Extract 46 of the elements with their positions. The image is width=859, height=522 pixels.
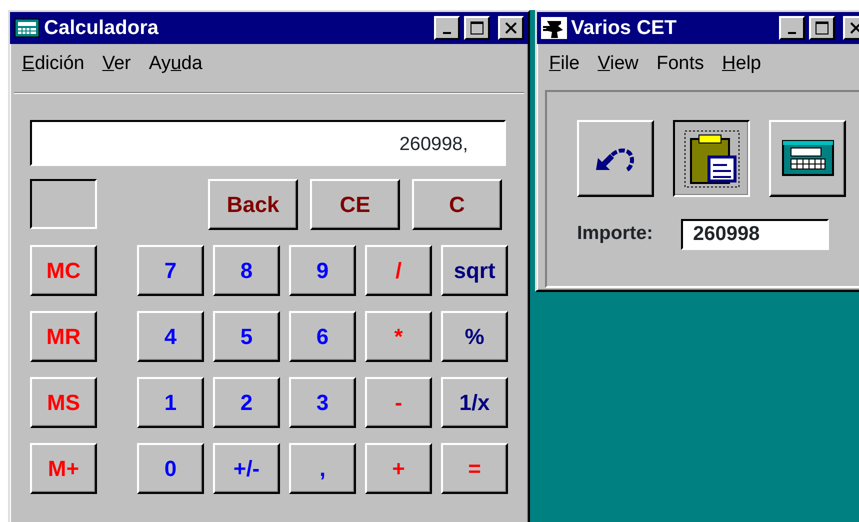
calculator-key[interactable]: , xyxy=(289,443,356,494)
close-icon xyxy=(849,22,859,34)
calculator-key[interactable]: 5 xyxy=(213,311,280,362)
minimize-icon xyxy=(443,32,451,34)
app-icon xyxy=(541,17,567,39)
calculator-key[interactable]: 7 xyxy=(137,245,204,296)
calculator-key[interactable]: 3 xyxy=(289,377,356,428)
close-button[interactable] xyxy=(498,16,524,40)
menu-item[interactable]: Ver xyxy=(102,50,131,80)
calculator-key[interactable]: % xyxy=(441,311,508,362)
calculator-icon xyxy=(780,138,834,178)
close-icon xyxy=(504,22,518,34)
display-field: 260998, xyxy=(30,120,506,166)
calculator-key[interactable]: 0 xyxy=(137,443,204,494)
toolbar-button[interactable] xyxy=(673,120,750,197)
calculator-key[interactable]: sqrt xyxy=(441,245,508,296)
minimize-icon xyxy=(788,32,796,34)
amount-field[interactable]: 260998 xyxy=(681,219,829,250)
calculator-key[interactable]: 2 xyxy=(213,377,280,428)
window-title: Calculadora xyxy=(44,16,160,41)
calculator-key[interactable]: CE xyxy=(310,179,400,230)
menu-item[interactable]: Edición xyxy=(22,50,84,80)
minimize-button[interactable] xyxy=(434,16,460,40)
calculator-key[interactable]: +/- xyxy=(213,443,280,494)
amount-label: Importe: xyxy=(577,222,653,246)
menu-item[interactable]: File xyxy=(549,50,580,80)
maximize-icon xyxy=(815,21,829,35)
calculator-key[interactable]: 6 xyxy=(289,311,356,362)
calculator-key[interactable]: 9 xyxy=(289,245,356,296)
minimize-button[interactable] xyxy=(779,16,805,40)
calculator-key[interactable]: 8 xyxy=(213,245,280,296)
menu-item[interactable]: Fonts xyxy=(656,50,704,80)
maximize-button[interactable] xyxy=(464,16,490,40)
menu-item[interactable]: Ayuda xyxy=(148,50,202,80)
menu-item[interactable]: Help xyxy=(722,50,762,80)
maximize-button[interactable] xyxy=(809,16,835,40)
app-icon xyxy=(14,18,40,38)
maximize-icon xyxy=(470,21,484,35)
calculator-key[interactable]: 4 xyxy=(137,311,204,362)
calculator-key[interactable]: C xyxy=(412,179,502,230)
menu-item[interactable]: View xyxy=(598,50,638,80)
calculator-key[interactable]: 1/x xyxy=(441,377,508,428)
clipboard-icon xyxy=(682,128,740,188)
calculator-key[interactable]: 1 xyxy=(137,377,204,428)
calculator-key[interactable]: Back xyxy=(208,179,298,230)
window-title: Varios CET xyxy=(571,16,678,41)
